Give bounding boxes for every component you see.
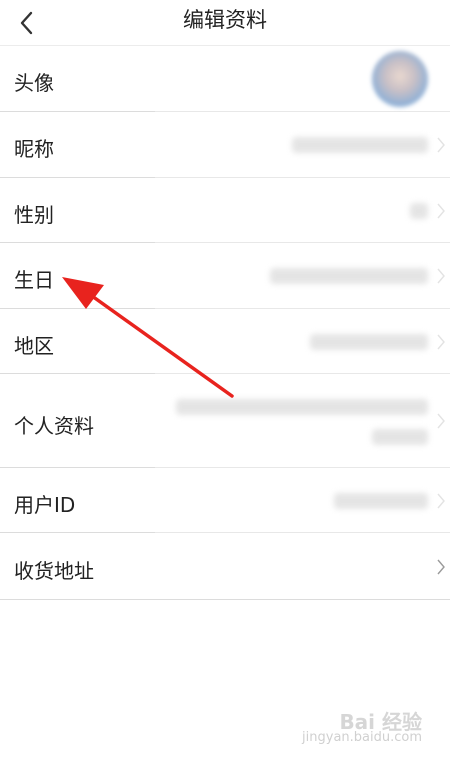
divider [0, 308, 155, 309]
watermark-url: jingyan.baidu.com [302, 730, 422, 745]
chevron-right-icon [437, 493, 445, 509]
profile-value-blurred-line1 [176, 399, 428, 415]
row-region[interactable]: 地区 [0, 310, 450, 374]
avatar[interactable] [372, 51, 428, 107]
region-value-blurred [310, 334, 428, 350]
divider [0, 177, 155, 178]
row-label-user-id: 用户ID [14, 493, 76, 517]
row-nickname[interactable]: 昵称 [0, 113, 450, 178]
page-title: 编辑资料 [183, 8, 267, 32]
divider [0, 532, 155, 533]
chevron-right-icon [437, 559, 445, 575]
row-label-address: 收货地址 [14, 559, 94, 583]
watermark: Bai 经验 jingyan.baidu.com [302, 710, 422, 746]
chevron-right-icon [437, 137, 445, 153]
row-label-nickname: 昵称 [14, 137, 54, 161]
chevron-right-icon [437, 334, 445, 350]
user-id-value-blurred [334, 493, 428, 509]
divider [0, 242, 155, 243]
row-label-profile: 个人资料 [14, 414, 94, 438]
divider [0, 373, 155, 374]
row-label-birthday: 生日 [14, 268, 54, 292]
divider [0, 111, 155, 112]
row-birthday[interactable]: 生日 [0, 244, 450, 309]
nickname-value-blurred [292, 137, 428, 153]
row-avatar[interactable]: 头像 [0, 47, 450, 112]
row-gender[interactable]: 性别 [0, 179, 450, 243]
chevron-right-icon [437, 413, 445, 429]
row-label-gender: 性别 [14, 203, 54, 227]
profile-value-blurred-line2 [372, 429, 428, 445]
birthday-value-blurred [270, 268, 428, 284]
row-label-avatar: 头像 [14, 71, 54, 95]
row-address[interactable]: 收货地址 [0, 534, 450, 600]
chevron-right-icon [437, 203, 445, 219]
chevron-right-icon [437, 268, 445, 284]
row-label-region: 地区 [14, 334, 54, 358]
divider [0, 467, 155, 468]
row-profile[interactable]: 个人资料 [0, 375, 450, 468]
watermark-brand: Bai 经验 [339, 710, 422, 734]
row-user-id[interactable]: 用户ID [0, 469, 450, 533]
top-nav-bar: 编辑资料 [0, 0, 450, 46]
gender-value-blurred [410, 203, 428, 219]
